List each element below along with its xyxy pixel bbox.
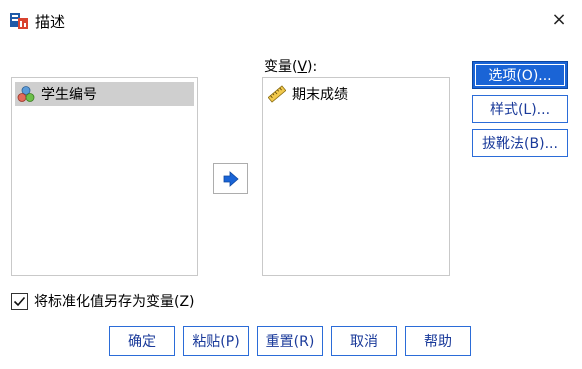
reset-button[interactable]: 重置(R): [257, 326, 323, 356]
cancel-button[interactable]: 取消: [331, 326, 397, 356]
move-variable-button[interactable]: [213, 163, 248, 194]
nominal-variable-icon: [17, 86, 35, 102]
source-variable-list[interactable]: 学生编号: [11, 77, 198, 276]
bootstrap-button[interactable]: 拔靴法(B)...: [472, 129, 568, 157]
arrow-right-icon: [223, 170, 239, 187]
title-bar: 描述 ×: [0, 0, 582, 40]
source-item-label: 学生编号: [41, 87, 97, 103]
target-list-item[interactable]: 期末成绩: [266, 82, 445, 106]
paste-button[interactable]: 粘贴(P): [183, 326, 249, 356]
checkmark-icon: [13, 296, 26, 306]
close-icon: ×: [551, 9, 567, 30]
source-list-item[interactable]: 学生编号: [15, 82, 194, 106]
save-standardized-option[interactable]: 将标准化值另存为变量(Z): [11, 291, 195, 311]
options-button[interactable]: 选项(O)...: [472, 61, 568, 89]
target-variable-list[interactable]: 期末成绩: [262, 77, 450, 276]
style-button[interactable]: 样式(L)...: [472, 95, 568, 123]
save-standardized-checkbox[interactable]: [11, 292, 28, 310]
target-item-label: 期末成绩: [292, 87, 348, 103]
variables-mnemonic: V: [297, 59, 308, 75]
close-button[interactable]: ×: [546, 8, 572, 32]
descriptives-app-icon: [10, 13, 28, 29]
ok-button[interactable]: 确定: [109, 326, 175, 356]
variables-label: 变量(V):: [264, 59, 318, 75]
scale-variable-icon: [268, 85, 286, 103]
save-standardized-label: 将标准化值另存为变量(Z): [34, 294, 195, 310]
window-title: 描述: [35, 13, 66, 31]
help-button[interactable]: 帮助: [405, 326, 471, 356]
